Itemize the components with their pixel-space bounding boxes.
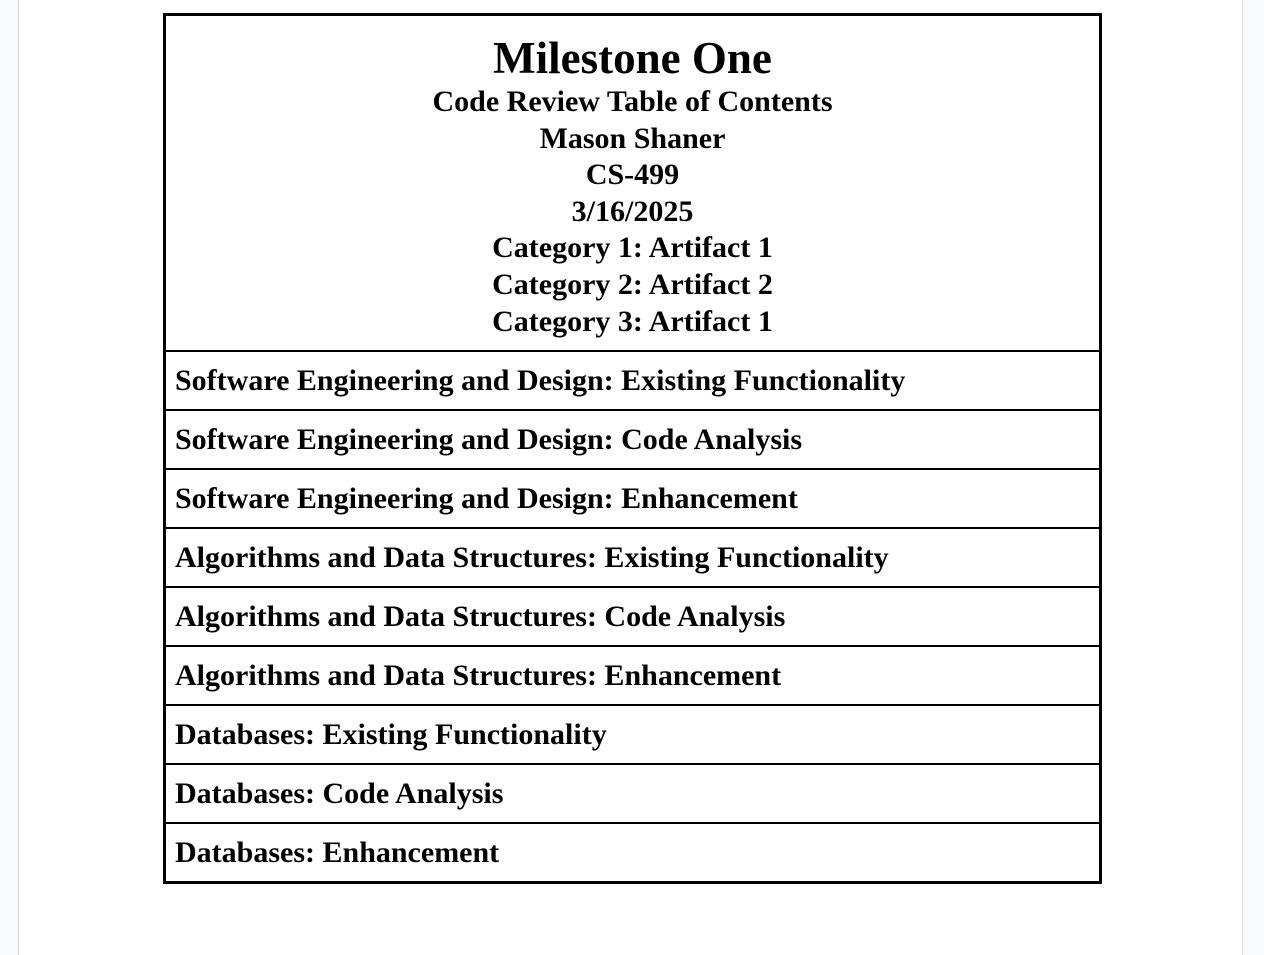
table-row: Software Engineering and Design: Enhance… bbox=[163, 468, 1102, 530]
table-of-contents: Milestone One Code Review Table of Conte… bbox=[163, 13, 1102, 885]
toc-entry-se-analysis[interactable]: Software Engineering and Design: Code An… bbox=[163, 409, 1102, 471]
category-line-2: Category 2: Artifact 2 bbox=[492, 267, 773, 301]
toc-entry-ads-enhancement[interactable]: Algorithms and Data Structures: Enhancem… bbox=[163, 645, 1102, 707]
toc-entry-se-existing[interactable]: Software Engineering and Design: Existin… bbox=[163, 350, 1102, 412]
table-row: Algorithms and Data Structures: Existing… bbox=[163, 527, 1102, 589]
table-row: Software Engineering and Design: Code An… bbox=[163, 409, 1102, 471]
toc-entry-db-existing[interactable]: Databases: Existing Functionality bbox=[163, 704, 1102, 766]
table-row: Algorithms and Data Structures: Enhancem… bbox=[163, 645, 1102, 707]
table-row: Databases: Existing Functionality bbox=[163, 704, 1102, 766]
category-line-1: Category 1: Artifact 1 bbox=[492, 231, 773, 265]
header-cell[interactable]: Milestone One Code Review Table of Conte… bbox=[163, 13, 1102, 353]
document-date: 3/16/2025 bbox=[571, 194, 694, 228]
table-row: Algorithms and Data Structures: Code Ana… bbox=[163, 586, 1102, 648]
category-line-3: Category 3: Artifact 1 bbox=[492, 304, 773, 338]
course-code: CS-499 bbox=[585, 158, 680, 192]
author-name: Mason Shaner bbox=[539, 121, 726, 155]
toc-entry-se-enhancement[interactable]: Software Engineering and Design: Enhance… bbox=[163, 468, 1102, 530]
document-subtitle: Code Review Table of Contents bbox=[432, 85, 833, 118]
table-row: Software Engineering and Design: Existin… bbox=[163, 350, 1102, 412]
toc-entry-db-enhancement[interactable]: Databases: Enhancement bbox=[163, 822, 1102, 884]
toc-entry-ads-existing[interactable]: Algorithms and Data Structures: Existing… bbox=[163, 527, 1102, 589]
toc-entry-ads-analysis[interactable]: Algorithms and Data Structures: Code Ana… bbox=[163, 586, 1102, 648]
toc-entry-db-analysis[interactable]: Databases: Code Analysis bbox=[163, 763, 1102, 825]
header-row: Milestone One Code Review Table of Conte… bbox=[163, 13, 1102, 353]
table-row: Databases: Code Analysis bbox=[163, 763, 1102, 825]
table-row: Databases: Enhancement bbox=[163, 822, 1102, 884]
document-title: Milestone One bbox=[493, 33, 772, 83]
document-page: Milestone One Code Review Table of Conte… bbox=[18, 0, 1243, 955]
